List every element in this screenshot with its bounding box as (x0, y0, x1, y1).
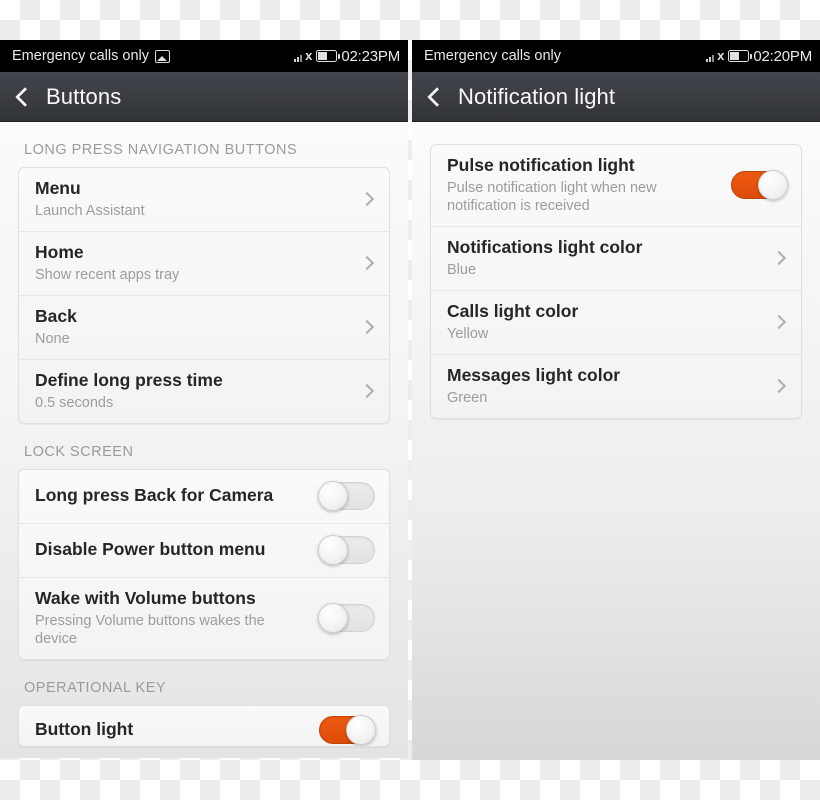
list-item-title: Long press Back for Camera (35, 485, 274, 506)
list-item-title: Button light (35, 719, 134, 740)
list-item-text: Disable Power button menu (35, 539, 309, 561)
chevron-right-icon (359, 319, 375, 335)
carrier-label: Emergency calls only (424, 48, 561, 64)
settings-card-notification-light: Pulse notification light Pulse notificat… (430, 144, 802, 420)
clock-label: 02:20PM (753, 47, 812, 65)
list-item-text: Calls light color Yellow (447, 301, 761, 343)
list-item-title: Pulse notification light (447, 155, 635, 175)
list-item-title: Calls light color (447, 301, 579, 322)
status-bar-right: x 02:23PM (294, 48, 400, 65)
no-sim-icon: x (717, 48, 725, 63)
signal-bars-icon (294, 50, 303, 62)
settings-list: LONG PRESS NAVIGATION BUTTONS Menu Launc… (0, 122, 408, 758)
battery-icon (316, 50, 341, 62)
carrier-label: Emergency calls only (12, 48, 149, 64)
signal-bars-icon (706, 50, 715, 62)
page-title: Buttons (46, 83, 122, 109)
list-item-text: Long press Back for Camera (35, 485, 309, 507)
toggle-button-light[interactable] (319, 715, 376, 746)
list-item-long-press-back-for-camera[interactable]: Long press Back for Camera (19, 470, 389, 524)
list-item-title: Back (35, 306, 77, 326)
list-item-subtitle: Green (447, 390, 488, 406)
list-item-messages-light-color[interactable]: Messages light color Green (431, 355, 801, 418)
list-item-text: Pulse notification light Pulse notificat… (447, 155, 721, 215)
no-sim-icon: x (305, 48, 313, 63)
screenshot-icon (155, 49, 170, 63)
chevron-right-icon (359, 255, 375, 271)
list-item-title: Notifications light color (447, 237, 643, 258)
status-bar-left: Emergency calls only (12, 48, 170, 64)
list-item-subtitle: None (35, 330, 70, 347)
settings-card-operational-key: Button light (18, 705, 390, 748)
toggle-knob (346, 715, 376, 746)
list-item-subtitle: Pulse notification light when new notifi… (447, 179, 657, 214)
status-bar: Emergency calls only x 02:23PM (0, 40, 408, 72)
list-item-define-long-press-time[interactable]: Define long press time 0.5 seconds (19, 360, 389, 423)
back-chevron-icon[interactable] (428, 86, 442, 108)
back-chevron-icon[interactable] (16, 86, 30, 108)
list-item-subtitle: Show recent apps tray (35, 266, 180, 283)
list-item-notifications-light-color[interactable]: Notifications light color Blue (431, 227, 801, 292)
phone-screenshot-buttons: Emergency calls only x 02:23PM Buttons L… (0, 40, 408, 758)
list-item-text: Define long press time 0.5 seconds (35, 370, 349, 412)
list-item-disable-power-button-menu[interactable]: Disable Power button menu (19, 524, 389, 578)
clock-label: 02:23PM (341, 47, 400, 65)
list-item-text: Notifications light color Blue (447, 237, 761, 279)
list-item-subtitle: Yellow (447, 326, 489, 342)
action-bar: Buttons (0, 72, 408, 122)
list-item-text: Wake with Volume buttons Pressing Volume… (35, 588, 309, 648)
list-item-pulse-notification-light[interactable]: Pulse notification light Pulse notificat… (431, 145, 801, 228)
list-item-text: Back None (35, 306, 349, 348)
toggle-knob (318, 603, 348, 634)
chevron-right-icon (771, 250, 787, 266)
toggle-knob (758, 170, 788, 201)
list-item-title: Disable Power button menu (35, 539, 266, 560)
page-title: Notification light (458, 83, 616, 109)
list-item-subtitle: 0.5 seconds (35, 394, 114, 411)
list-item-text: Home Show recent apps tray (35, 242, 349, 284)
phone-screenshot-notification-light: Emergency calls only x 02:20PM Notificat… (412, 40, 820, 760)
list-item-title: Messages light color (447, 365, 621, 386)
battery-icon (728, 50, 753, 62)
status-bar: Emergency calls only x 02:20PM (412, 40, 820, 72)
list-item-subtitle: Pressing Volume buttons wakes the device (35, 612, 265, 647)
list-item-subtitle: Blue (447, 262, 477, 278)
settings-card-lock-screen: Long press Back for Camera Disable Power… (18, 469, 390, 661)
toggle-knob (318, 535, 348, 565)
toggle-wake-with-volume-buttons[interactable] (318, 603, 375, 634)
section-header-lock-screen: LOCK SCREEN (24, 444, 134, 460)
list-item-wake-with-volume-buttons[interactable]: Wake with Volume buttons Pressing Volume… (19, 578, 389, 659)
list-item-back[interactable]: Back None (19, 296, 389, 360)
list-item-home[interactable]: Home Show recent apps tray (19, 232, 389, 296)
toggle-pulse-notification-light[interactable] (731, 170, 788, 201)
toggle-knob (318, 481, 348, 511)
list-top-spacer (430, 122, 802, 144)
list-item-title: Menu (35, 178, 81, 198)
chevron-right-icon (359, 191, 375, 207)
list-item-text: Button light (35, 719, 309, 741)
chevron-right-icon (771, 378, 787, 394)
chevron-right-icon (771, 314, 787, 330)
list-item-text: Menu Launch Assistant (35, 178, 349, 220)
section-header-operational-key: OPERATIONAL KEY (24, 680, 167, 697)
list-item-title: Wake with Volume buttons (35, 588, 256, 608)
status-bar-right: x 02:20PM (706, 48, 812, 65)
section-header-long-press-navigation: LONG PRESS NAVIGATION BUTTONS (24, 142, 298, 158)
chevron-right-icon (359, 383, 375, 399)
action-bar: Notification light (412, 72, 820, 122)
toggle-disable-power-button-menu[interactable] (318, 535, 375, 565)
toggle-long-press-back-for-camera[interactable] (318, 481, 375, 511)
settings-list: Pulse notification light Pulse notificat… (412, 122, 820, 760)
list-item-menu[interactable]: Menu Launch Assistant (19, 168, 389, 232)
list-item-title: Home (35, 242, 84, 262)
list-item-subtitle: Launch Assistant (35, 202, 145, 219)
list-item-title: Define long press time (35, 370, 223, 390)
list-item-calls-light-color[interactable]: Calls light color Yellow (431, 291, 801, 356)
settings-card-long-press-navigation: Menu Launch Assistant Home Show recent a… (18, 167, 390, 424)
list-item-button-light[interactable]: Button light (19, 706, 389, 746)
status-bar-left: Emergency calls only (424, 48, 561, 64)
list-item-text: Messages light color Green (447, 365, 761, 407)
